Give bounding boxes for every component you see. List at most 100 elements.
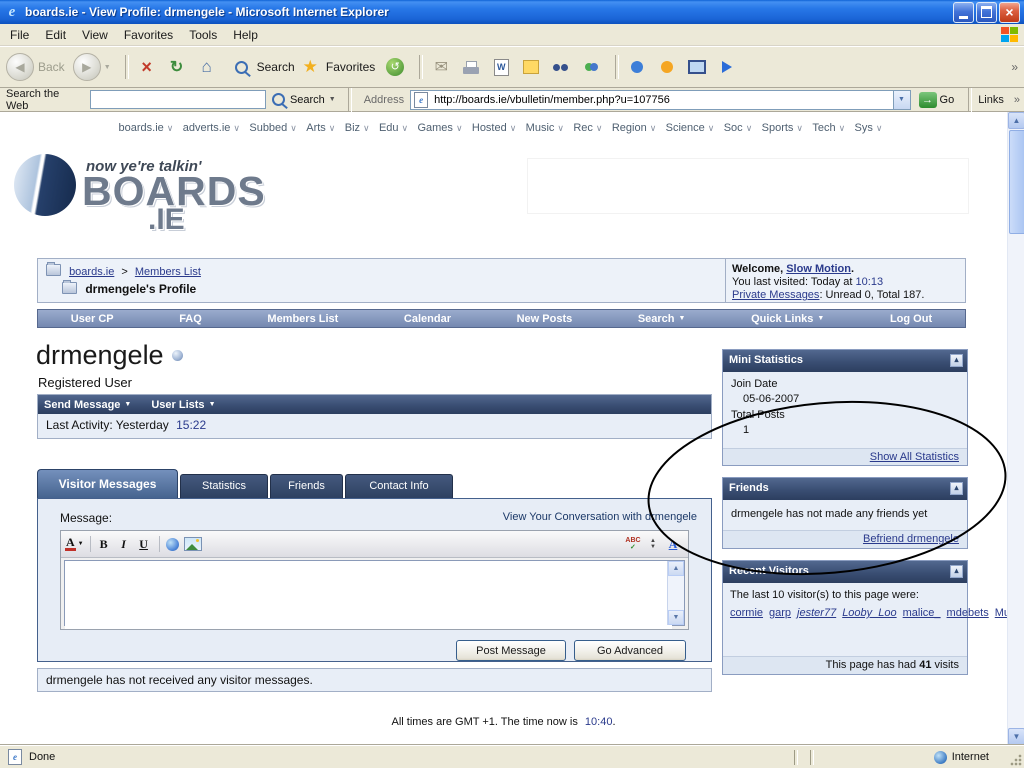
print-button[interactable] [459,55,483,79]
tab-statistics[interactable]: Statistics [180,474,268,498]
private-messages-link[interactable]: Private Messages [732,289,819,301]
textarea-scroll-down-button[interactable]: ▼ [668,610,684,625]
maximize-button[interactable] [976,1,997,23]
topnav-link[interactable]: Science [666,122,705,134]
topnav-link[interactable]: adverts.ie [183,122,231,134]
italic-button[interactable]: I [115,534,133,554]
send-message-menu[interactable]: Send Message ▼ [44,399,131,411]
message-textarea[interactable] [65,561,672,629]
resize-grip[interactable] [1010,754,1022,766]
nav-faq[interactable]: FAQ [179,313,202,325]
topnav-link[interactable]: Music [526,122,555,134]
topnav-link[interactable]: Edu [379,122,399,134]
topnav-link[interactable]: Soc [724,122,743,134]
go-advanced-button[interactable]: Go Advanced [574,640,686,661]
page-scroll-down-button[interactable]: ▼ [1008,728,1024,745]
close-button[interactable]: × [999,1,1020,23]
editor-mode-button[interactable]: A [664,534,682,554]
minimize-button[interactable] [953,1,974,23]
back-button[interactable]: ◀ Back [6,53,65,81]
topnav-link[interactable]: Sports [762,122,794,134]
breadcrumb-root-link[interactable]: boards.ie [69,266,114,278]
visitor-link[interactable]: jester77 [797,607,836,619]
insert-link-button[interactable] [164,534,182,554]
visitor-link[interactable]: cormie [730,607,763,619]
bold-button[interactable]: B [95,534,113,554]
resize-editor-button[interactable]: ▲ ▼ [644,534,662,554]
collapse-button[interactable]: ▴ [950,482,963,495]
page-scroll-up-button[interactable]: ▲ [1008,112,1024,129]
stop-button[interactable]: × [135,55,159,79]
topnav-link[interactable]: Arts [306,122,326,134]
nav-quick-links[interactable]: Quick Links ▼ [751,313,824,325]
address-input[interactable] [431,91,893,108]
nav-log-out[interactable]: Log Out [890,313,932,325]
topnav-link[interactable]: Sys [855,122,873,134]
show-all-statistics-link[interactable]: Show All Statistics [870,451,959,463]
font-color-button[interactable]: A ▼ [65,534,84,554]
visitor-link[interactable]: garp [769,607,791,619]
topnav-link[interactable]: Hosted [472,122,507,134]
user-lists-menu[interactable]: User Lists ▼ [151,399,215,411]
messenger-button[interactable] [579,55,603,79]
view-conversation-link[interactable]: View Your Conversation with drmengele [503,511,697,523]
boards-logo-icon[interactable] [14,154,76,216]
tab-contact-info[interactable]: Contact Info [345,474,453,498]
nav-user-cp[interactable]: User CP [71,313,114,325]
topnav-link[interactable]: boards.ie [119,122,164,134]
menu-file[interactable]: File [2,25,37,45]
links-chevron[interactable]: » [1014,94,1020,106]
befriend-link[interactable]: Befriend drmengele [863,533,959,545]
menu-help[interactable]: Help [225,25,266,45]
links-label[interactable]: Links [978,94,1004,106]
underline-button[interactable]: U [135,534,153,554]
menu-edit[interactable]: Edit [37,25,74,45]
topnav-link[interactable]: Tech [812,122,835,134]
topnav-link[interactable]: Region [612,122,647,134]
visitor-link[interactable]: malice_ [903,607,941,619]
go-button[interactable]: → Go [918,91,954,108]
nav-calendar[interactable]: Calendar [404,313,451,325]
collapse-button[interactable]: ▴ [950,354,963,367]
textarea-scroll-up-button[interactable]: ▲ [668,561,684,576]
favorites-button[interactable]: ★ Favorites [303,57,376,77]
topnav-link[interactable]: Subbed [249,122,287,134]
visitor-link[interactable]: Looby_Loo [842,607,896,619]
discuss-button[interactable] [519,55,543,79]
visitor-link[interactable]: mdebets [947,607,989,619]
forward-button[interactable]: ▶ ▼ [72,53,111,81]
page-scroll-thumb[interactable] [1009,130,1024,234]
topnav-link[interactable]: Games [417,122,452,134]
toolbar-overflow-chevron[interactable]: » [1011,60,1018,74]
edit-button[interactable]: W [489,55,513,79]
topnav-link[interactable]: Biz [345,122,360,134]
breadcrumb-parent-link[interactable]: Members List [135,266,201,278]
flag-button[interactable] [715,55,739,79]
insert-image-button[interactable] [183,534,202,554]
home-button[interactable]: ⌂ [195,55,219,79]
history-button[interactable]: ↺ [383,55,407,79]
topnav-link[interactable]: Rec [573,122,593,134]
web-search-button[interactable]: Search ▼ [266,90,342,110]
screen-button[interactable] [685,55,709,79]
nav-search[interactable]: Search ▼ [638,313,686,325]
tab-friends[interactable]: Friends [270,474,343,498]
menu-tools[interactable]: Tools [181,25,225,45]
spellcheck-button[interactable]: ABC ✓ [624,534,642,554]
post-message-button[interactable]: Post Message [456,640,566,661]
smiley-button[interactable] [655,55,679,79]
collapse-button[interactable]: ▴ [950,565,963,578]
mail-button[interactable]: ✉ [429,55,453,79]
menu-view[interactable]: View [74,25,116,45]
nav-new-posts[interactable]: New Posts [517,313,573,325]
textarea-scrollbar[interactable]: ▲ ▼ [667,561,684,625]
welcome-user-link[interactable]: Slow Motion [786,263,851,275]
address-dropdown-button[interactable]: ▼ [892,90,910,109]
nav-members-list[interactable]: Members List [267,313,338,325]
tab-visitor-messages[interactable]: Visitor Messages [37,469,178,498]
menu-favorites[interactable]: Favorites [116,25,181,45]
web-search-input[interactable] [89,90,266,109]
research-button[interactable] [549,55,573,79]
search-button[interactable]: Search [234,60,295,74]
msn-button[interactable] [625,55,649,79]
